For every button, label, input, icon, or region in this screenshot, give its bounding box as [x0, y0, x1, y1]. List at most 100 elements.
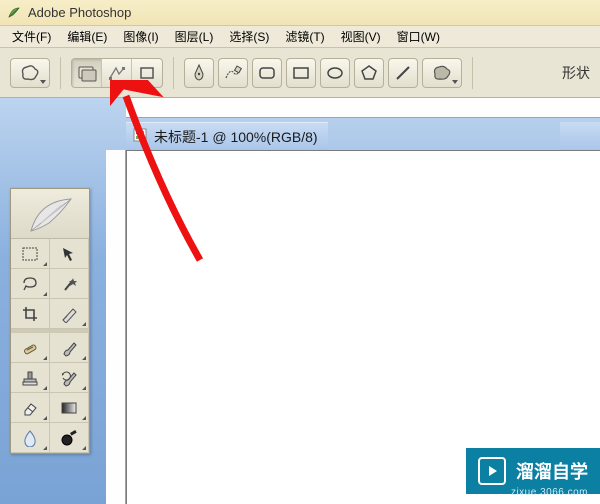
flyout-icon [82, 356, 86, 360]
menu-window[interactable]: 窗口(W) [389, 26, 448, 47]
options-bar: 形状 [0, 48, 600, 98]
ruler-vertical[interactable] [106, 150, 126, 504]
rounded-rectangle-icon [258, 65, 276, 81]
flyout-icon [82, 416, 86, 420]
eraser-tool[interactable] [11, 393, 50, 423]
lasso-tool[interactable] [11, 269, 50, 299]
menu-image[interactable]: 图像(I) [115, 26, 166, 47]
document-titlebar[interactable]: 未标题-1 @ 100%(RGB/8) [126, 122, 328, 150]
brush-icon [60, 339, 78, 357]
paths-icon [107, 64, 127, 82]
stamp-icon [21, 369, 39, 387]
blob-shape-icon [430, 63, 454, 83]
play-icon [478, 457, 506, 485]
mode-group [71, 58, 163, 88]
wand-icon [60, 275, 78, 293]
flyout-icon [43, 386, 47, 390]
brush-tool[interactable] [50, 333, 89, 363]
watermark-url: zixue.3066.com [511, 487, 588, 498]
document-icon [132, 127, 148, 146]
blur-tool[interactable] [11, 423, 50, 453]
healing-brush-tool[interactable] [11, 333, 50, 363]
chevron-down-icon [40, 80, 46, 84]
pen-icon [190, 63, 208, 83]
polygon-option[interactable] [354, 58, 384, 88]
freeform-pen-option[interactable] [218, 58, 248, 88]
menu-layer[interactable]: 图层(L) [167, 26, 222, 47]
flyout-icon [43, 446, 47, 450]
dodge-icon [60, 429, 78, 447]
marquee-tool[interactable] [11, 239, 50, 269]
menu-image-label: 图像(I) [123, 30, 158, 44]
ruler-horizontal[interactable] [126, 98, 600, 118]
healing-icon [21, 339, 39, 357]
menu-edit-label: 编辑(E) [67, 30, 107, 44]
mode-fill-pixels[interactable] [132, 59, 162, 87]
flyout-icon [43, 416, 47, 420]
magic-wand-tool[interactable] [50, 269, 89, 299]
toolbox[interactable] [10, 188, 90, 454]
marquee-icon [20, 245, 40, 263]
watermark-brand: 溜溜自学 [516, 458, 588, 484]
custom-shape-picker[interactable] [422, 58, 462, 88]
titlebar: Adobe Photoshop [0, 0, 600, 26]
slice-tool[interactable] [50, 299, 89, 329]
menu-select-label: 选择(S) [229, 30, 269, 44]
crop-tool[interactable] [11, 299, 50, 329]
menu-select[interactable]: 选择(S) [221, 26, 277, 47]
freeform-pen-icon [223, 64, 243, 82]
chevron-down-icon [452, 80, 458, 84]
rounded-rectangle-option[interactable] [252, 58, 282, 88]
move-tool[interactable] [50, 239, 89, 269]
menu-filter[interactable]: 滤镜(T) [277, 26, 332, 47]
menu-edit[interactable]: 编辑(E) [59, 26, 115, 47]
menu-window-label: 窗口(W) [397, 30, 440, 44]
menu-view[interactable]: 视图(V) [333, 26, 389, 47]
app-feather-icon [6, 5, 22, 21]
menu-filter-label: 滤镜(T) [285, 30, 324, 44]
slice-icon [60, 305, 78, 323]
flyout-icon [43, 262, 47, 266]
history-brush-icon [60, 369, 78, 387]
blob-shape-icon [18, 62, 42, 84]
menu-file[interactable]: 文件(F) [4, 26, 59, 47]
mode-shape-layers[interactable] [72, 59, 102, 87]
clone-stamp-tool[interactable] [11, 363, 50, 393]
separator [173, 57, 174, 89]
toolbox-header [11, 189, 89, 239]
watermark: 溜溜自学 zixue.3066.com [466, 448, 600, 494]
polygon-icon [360, 64, 378, 82]
gradient-icon [60, 401, 78, 415]
ellipse-icon [326, 65, 344, 81]
dodge-tool[interactable] [50, 423, 89, 453]
flyout-icon [82, 322, 86, 326]
flyout-icon [82, 446, 86, 450]
ellipse-option[interactable] [320, 58, 350, 88]
flyout-icon [43, 292, 47, 296]
document-title-text: 未标题-1 @ 100%(RGB/8) [154, 127, 318, 147]
eraser-icon [21, 399, 39, 417]
mode-paths[interactable] [102, 59, 132, 87]
lasso-icon [20, 275, 40, 293]
history-brush-tool[interactable] [50, 363, 89, 393]
shape-mode-label: 形状 [562, 63, 590, 83]
menubar: 文件(F) 编辑(E) 图像(I) 图层(L) 选择(S) 滤镜(T) 视图(V… [0, 26, 600, 48]
tool-grid [11, 239, 89, 453]
menu-view-label: 视图(V) [341, 30, 381, 44]
document-titlebar-right [560, 122, 600, 150]
tool-preset-picker[interactable] [10, 58, 50, 88]
feather-icon [21, 193, 79, 235]
move-icon [60, 245, 78, 263]
rectangle-icon [292, 65, 310, 81]
rectangle-option[interactable] [286, 58, 316, 88]
blur-icon [22, 429, 38, 447]
gradient-tool[interactable] [50, 393, 89, 423]
pen-tool-option[interactable] [184, 58, 214, 88]
flyout-icon [82, 386, 86, 390]
separator [472, 57, 473, 89]
menu-layer-label: 图层(L) [175, 30, 214, 44]
line-option[interactable] [388, 58, 418, 88]
separator [60, 57, 61, 89]
crop-icon [21, 305, 39, 323]
shape-layer-icon [77, 64, 97, 82]
